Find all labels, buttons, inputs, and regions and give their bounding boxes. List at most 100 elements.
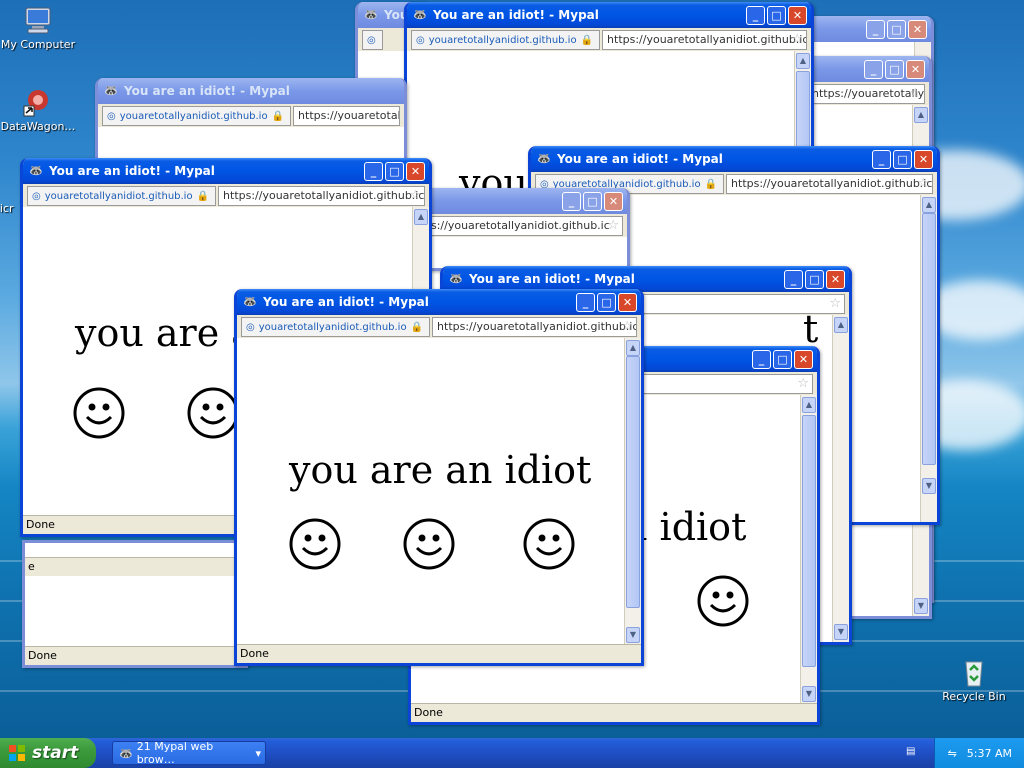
site-identity[interactable]: ◎ youaretotallyanidiot.github.io 🔒 xyxy=(241,317,431,337)
minimize-button[interactable]: _ xyxy=(746,6,765,25)
bookmark-star-icon[interactable]: ☆ xyxy=(791,32,803,48)
scroll-down-arrow[interactable]: ▼ xyxy=(834,624,848,640)
close-button[interactable]: ✕ xyxy=(604,192,623,211)
maximize-button[interactable]: □ xyxy=(583,192,602,211)
minimize-button[interactable]: _ xyxy=(364,162,383,181)
scroll-up-arrow[interactable]: ▲ xyxy=(796,53,810,69)
scroll-up-arrow[interactable]: ▲ xyxy=(802,397,816,413)
title-bar[interactable]: _ □ ✕ xyxy=(415,188,627,214)
scroll-up-arrow[interactable]: ▲ xyxy=(914,107,928,123)
desktop-icon-datawagon[interactable]: DataWagon… xyxy=(0,86,78,133)
maximize-button[interactable]: □ xyxy=(385,162,404,181)
bookmark-star-icon[interactable]: ☆ xyxy=(607,218,619,234)
maximize-button[interactable]: □ xyxy=(767,6,786,25)
site-identity[interactable]: ◎ youaretotallyanidiot.github.io 🔒 xyxy=(102,106,292,126)
smiley-icon xyxy=(289,518,341,570)
scroll-up-arrow[interactable]: ▲ xyxy=(834,317,848,333)
url-field[interactable]: https://youaretotallyanidiot.github.ic☆ xyxy=(726,174,933,194)
title-bar[interactable]: _ □ ✕ xyxy=(803,56,929,82)
url-field[interactable]: https://youaretotallyanidiot.github.ic☆ xyxy=(218,186,425,206)
maximize-button[interactable]: □ xyxy=(885,60,904,79)
address-bar: https://youaretotallyanidiot.github.ic☆ xyxy=(803,82,929,107)
scroll-thumb[interactable] xyxy=(922,213,936,465)
bookmark-star-icon[interactable]: ☆ xyxy=(409,188,421,204)
desktop-icon-my-computer[interactable]: My Computer xyxy=(0,4,78,51)
clock[interactable]: 5:37 AM xyxy=(967,747,1012,760)
scroll-down-arrow[interactable]: ▼ xyxy=(802,686,816,702)
url-field[interactable]: https://youaretotallyanidiot.github.ic☆ xyxy=(602,30,807,50)
bookmark-star-icon[interactable]: ☆ xyxy=(797,376,809,392)
desktop-icon-recycle-bin[interactable]: Recycle Bin xyxy=(934,656,1014,703)
network-icon[interactable]: ⇋ xyxy=(948,747,957,760)
browser-window[interactable]: _ □ ✕ ps://youaretotallyanidiot.github.ic ☆ xyxy=(412,188,630,271)
datawagon-icon xyxy=(23,90,48,117)
minimize-button[interactable]: _ xyxy=(864,60,883,79)
bookmark-star-icon[interactable]: ☆ xyxy=(917,176,929,192)
scroll-thumb[interactable] xyxy=(626,356,640,608)
scrollbar[interactable]: ▲ ▼ xyxy=(624,338,641,645)
url-field[interactable]: https://youaretotallyanidiot.github.ic xyxy=(293,106,400,126)
maximize-button[interactable]: □ xyxy=(597,293,616,312)
title-bar[interactable]: 🦝 You are an idiot! - Mypal _ □ ✕ xyxy=(237,289,641,315)
identity-text: youaretotallyanidiot.github.io xyxy=(119,110,268,122)
minimize-button[interactable]: _ xyxy=(562,192,581,211)
scroll-thumb[interactable] xyxy=(802,415,816,667)
address-bar: ◎ youaretotallyanidiot.github.io 🔒 https:/… xyxy=(98,104,404,129)
close-button[interactable]: ✕ xyxy=(406,162,425,181)
taskbar-group-button[interactable]: 🦝 21 Mypal web brow… ▾ xyxy=(112,740,266,766)
close-button[interactable]: ✕ xyxy=(906,60,925,79)
scroll-down-arrow[interactable]: ▼ xyxy=(914,598,928,614)
minimize-button[interactable]: _ xyxy=(872,150,891,169)
mypal-logo-icon: 🦝 xyxy=(119,746,133,760)
maximize-button[interactable]: □ xyxy=(773,350,792,369)
close-button[interactable]: ✕ xyxy=(618,293,637,312)
system-tray: ⇋ 5:37 AM xyxy=(934,738,1024,768)
url-field[interactable]: https://youaretotallyanidiot.github.ic☆ xyxy=(807,84,925,104)
url-field[interactable]: ps://youaretotallyanidiot.github.ic☆ xyxy=(419,216,623,236)
close-button[interactable]: ✕ xyxy=(908,20,927,39)
site-identity[interactable]: ◎ youaretotallyanidiot.github.io 🔒 xyxy=(27,186,217,206)
site-identity[interactable]: ◎ youaretotallyanidiot.github.io 🔒 xyxy=(411,30,601,50)
scrollbar[interactable]: ▲ ▼ xyxy=(832,315,849,642)
title-bar[interactable]: 🦝 You are an idiot! - Mypal _ □ ✕ xyxy=(407,2,811,28)
title-bar[interactable]: 🦝 You are an idiot! - Mypal xyxy=(98,78,404,104)
scrollbar[interactable]: ▲ ▼ xyxy=(920,195,937,522)
scrollbar[interactable]: ▲ ▼ xyxy=(800,395,817,704)
close-button[interactable]: ✕ xyxy=(788,6,807,25)
address-bar: ◎ youaretotallyanidiot.github.io 🔒 https:/… xyxy=(237,315,641,340)
browser-window-active[interactable]: 🦝 You are an idiot! - Mypal _ □ ✕ ◎ youaret… xyxy=(234,289,644,666)
minimize-button[interactable]: _ xyxy=(752,350,771,369)
maximize-button[interactable]: □ xyxy=(887,20,906,39)
scroll-up-arrow[interactable]: ▲ xyxy=(922,197,936,213)
minimize-button[interactable]: _ xyxy=(866,20,885,39)
bookmark-star-icon[interactable]: ☆ xyxy=(909,86,921,102)
close-button[interactable]: ✕ xyxy=(914,150,933,169)
smiley-icon xyxy=(403,518,455,570)
bookmark-star-icon[interactable]: ☆ xyxy=(829,296,841,312)
start-button[interactable]: start xyxy=(0,738,96,768)
status-bar: Done xyxy=(411,703,817,722)
scroll-down-arrow[interactable]: ▼ xyxy=(626,627,640,643)
keyboard-icon[interactable]: ▤ xyxy=(906,746,918,758)
url-field[interactable]: https://youaretotallyanidiot.github.ic☆ xyxy=(432,317,637,337)
scroll-up-arrow[interactable]: ▲ xyxy=(414,209,428,225)
close-button[interactable]: ✕ xyxy=(794,350,813,369)
title-bar[interactable]: 🦝 You are an idiot! - Mypal _ □ ✕ xyxy=(531,146,937,172)
maximize-button[interactable]: □ xyxy=(893,150,912,169)
scroll-up-arrow[interactable]: ▲ xyxy=(626,340,640,356)
scroll-thumb[interactable] xyxy=(796,71,810,153)
lock-icon: 🔒 xyxy=(196,190,210,202)
minimize-button[interactable]: _ xyxy=(784,270,803,289)
browser-window[interactable]: e Done xyxy=(22,540,248,668)
bookmark-star-icon[interactable]: ☆ xyxy=(621,319,633,335)
title-bar[interactable]: 🦝 You are an idiot! - Mypal _ □ ✕ xyxy=(23,158,429,184)
scroll-down-arrow[interactable]: ▼ xyxy=(922,478,936,494)
close-button[interactable]: ✕ xyxy=(826,270,845,289)
globe-icon: ◎ xyxy=(32,190,41,202)
site-identity[interactable]: ◎ xyxy=(362,30,383,50)
minimize-button[interactable]: _ xyxy=(576,293,595,312)
lock-icon: 🔒 xyxy=(271,110,285,122)
taskbar: start 🦝 21 Mypal web brow… ▾ ▤ ⇋ 5:37 AM xyxy=(0,738,1024,768)
maximize-button[interactable]: □ xyxy=(805,270,824,289)
smiley-icon xyxy=(523,518,575,570)
